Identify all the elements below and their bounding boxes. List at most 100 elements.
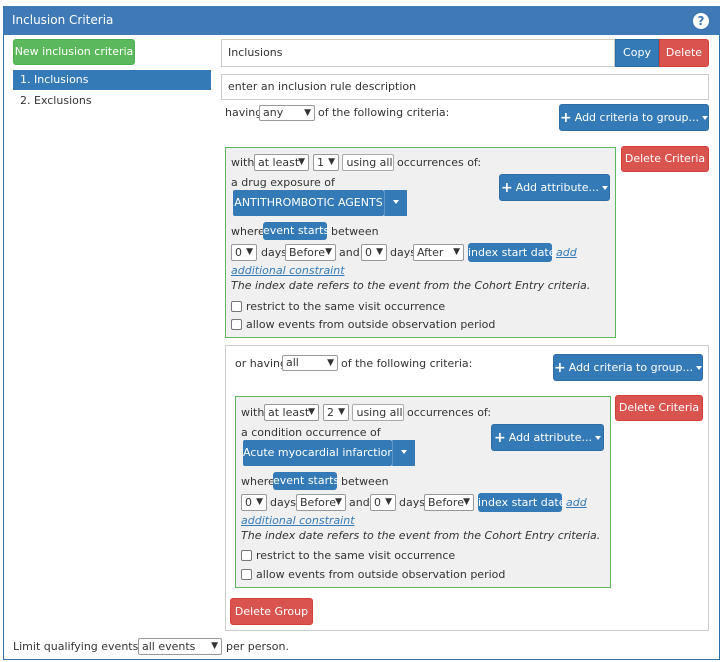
additional-constraint-link[interactable]: additional constraint [231,264,345,278]
index-start-date-button[interactable]: index start date [468,243,556,262]
plus-icon: + [560,110,572,126]
group-add-criteria-button[interactable]: + Add criteria to group... [553,354,703,381]
where-label: where [241,475,275,488]
allow-outside-observation-label: allow events from outside observation pe… [246,318,496,331]
add-link[interactable]: add [556,246,577,260]
between-label: between [331,225,379,238]
chevron-down-icon: ▼ [453,247,460,257]
add-attribute-button[interactable]: + Add attribute... [491,424,604,451]
chevron-down-icon: ▼ [256,497,263,507]
caret-down-icon [595,436,601,440]
restrict-visit-checkbox[interactable] [241,550,252,561]
or-having-label: or having [235,357,287,370]
index-date-note: The index date refers to the event from … [241,529,601,542]
event-starts-button[interactable]: event starts [263,222,329,240]
add-link[interactable]: add [566,496,587,510]
with-label: with [231,156,255,169]
group-having-select[interactable]: all ▼ [282,355,338,371]
limit-events-select[interactable]: all events ▼ [138,638,222,655]
panel-title: Inclusion Criteria [3,6,720,35]
restrict-visit-label: restrict to the same visit occurrence [246,300,446,313]
concept-set-dropdown[interactable] [384,190,407,216]
days-label: days [261,246,287,259]
having-label: having [225,106,263,119]
sidebar-item-exclusions[interactable]: 2. Exclusions [20,93,92,109]
additional-constraint-link[interactable]: additional constraint [241,514,355,528]
chevron-down-icon: ▼ [328,157,335,167]
between-label: between [341,475,389,488]
caret-down-icon [393,200,399,204]
rule-description-input[interactable]: enter an inclusion rule description [221,74,709,100]
caret-down-icon [401,450,407,454]
chevron-down-icon: ▼ [338,407,345,417]
sidebar-item-inclusions[interactable]: 1. Inclusions [13,70,211,90]
caret-down-icon [696,366,703,370]
chevron-down-icon: ▼ [376,247,383,257]
using-all-button[interactable]: using all [342,154,394,171]
days-after-select[interactable]: 0 ▼ [370,494,396,511]
chevron-down-icon: ▼ [246,247,253,257]
occurrence-type-select[interactable]: at least ▼ [254,154,309,171]
before-after-select-2[interactable]: Before ▼ [424,494,474,511]
chevron-down-icon: ▼ [298,157,305,167]
restrict-visit-label: restrict to the same visit occurrence [256,549,456,562]
following-criteria-label: of the following criteria: [318,106,450,119]
caret-down-icon [702,116,709,120]
restrict-visit-checkbox[interactable] [231,301,242,312]
using-all-button[interactable]: using all [352,404,404,421]
domain-label: a condition occurrence of [241,426,381,439]
delete-button[interactable]: Delete [659,39,709,67]
occurrences-label: occurrences of: [397,156,482,169]
days-before-select[interactable]: 0 ▼ [231,244,257,261]
chevron-down-icon: ▼ [327,358,334,368]
chevron-down-icon: ▼ [304,108,311,118]
allow-outside-observation-checkbox[interactable] [231,319,242,330]
occurrence-type-select[interactable]: at least ▼ [264,404,319,421]
days-before-select[interactable]: 0 ▼ [241,494,267,511]
days-label: days [270,496,296,509]
having-select[interactable]: any ▼ [259,105,315,121]
before-after-select[interactable]: Before ▼ [296,494,346,511]
new-inclusion-criteria-button[interactable]: New inclusion criteria [13,39,135,65]
days-label: days [399,496,425,509]
concept-set-dropdown[interactable] [392,440,415,466]
per-person-label: per person. [226,640,289,653]
chevron-down-icon: ▼ [308,407,315,417]
chevron-down-icon: ▼ [463,497,470,507]
concept-set-button[interactable]: ANTITHROMBOTIC AGENTS [233,190,384,216]
chevron-down-icon: ▼ [211,641,218,651]
occurrences-label: occurrences of: [407,406,492,419]
occurrence-count-select[interactable]: 2 ▼ [323,404,349,421]
help-icon[interactable]: ? [693,13,709,29]
caret-down-icon [602,186,608,190]
and-label: and [339,246,360,259]
copy-button[interactable]: Copy [615,39,659,67]
and-label: and [349,496,370,509]
plus-icon: + [554,360,566,376]
following-criteria-label: of the following criteria: [341,357,473,370]
where-label: where [231,225,265,238]
index-start-date-button[interactable]: index start date [478,493,566,512]
concept-set-button[interactable]: Acute myocardial infarction [243,440,394,466]
group-delete-criteria-button[interactable]: Delete Criteria [615,395,703,421]
occurrence-count-select[interactable]: 1 ▼ [313,154,339,171]
add-attribute-button[interactable]: + Add attribute... [499,174,610,201]
plus-icon: + [501,180,513,196]
delete-group-button[interactable]: Delete Group [230,598,313,625]
chevron-down-icon: ▼ [385,497,392,507]
with-label: with [241,406,265,419]
add-criteria-to-group-button[interactable]: + Add criteria to group... [559,104,709,131]
before-after-select-2[interactable]: After ▼ [413,244,464,261]
limit-label: Limit qualifying events to: [13,640,157,653]
allow-outside-observation-label: allow events from outside observation pe… [256,568,506,581]
domain-label: a drug exposure of [231,176,335,189]
delete-criteria-button[interactable]: Delete Criteria [621,146,709,172]
before-after-select[interactable]: Before ▼ [285,244,336,261]
index-date-note: The index date refers to the event from … [231,279,591,292]
chevron-down-icon: ▼ [325,247,332,257]
days-after-select[interactable]: 0 ▼ [361,244,387,261]
event-starts-button[interactable]: event starts [273,472,339,490]
allow-outside-observation-checkbox[interactable] [241,569,252,580]
rule-name-input[interactable]: Inclusions [221,39,615,67]
chevron-down-icon: ▼ [335,497,342,507]
